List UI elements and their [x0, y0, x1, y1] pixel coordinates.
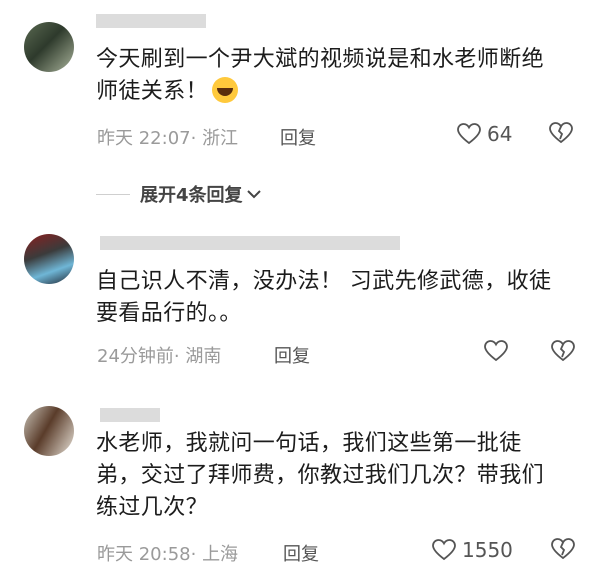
comment-region: 浙江 — [202, 128, 239, 149]
comment-region: 上海 — [202, 544, 239, 565]
reply-button[interactable]: 回复 — [280, 124, 316, 150]
like-button[interactable]: 1550 — [432, 538, 513, 562]
expand-replies-button[interactable]: 展开4条回复 — [96, 181, 261, 207]
comment-meta: 24分钟前· 湖南 — [97, 346, 222, 367]
dislike-button[interactable] — [549, 122, 573, 144]
comment-meta: 昨天 20:58· 上海 — [97, 544, 239, 565]
like-count: 1550 — [462, 538, 513, 562]
like-count: 64 — [487, 122, 513, 146]
laughing-tears-icon — [212, 77, 239, 103]
comment-time: 昨天 20:58 — [97, 544, 191, 565]
username-censored — [100, 236, 400, 250]
like-button[interactable] — [484, 340, 514, 362]
comment-text: 水老师，我就问一句话，我们这些第一批徒弟，交过了拜师费，你教过我们几次？带我们练… — [96, 431, 545, 520]
comment-time: 24分钟前 — [97, 346, 174, 367]
username-censored — [100, 408, 160, 422]
comment-text: 今天刷到一个尹大斌的视频说是和水老师断绝师徒关系！ — [96, 47, 545, 104]
comment-text: 自己识人不清，没办法！ 习武先修武德，收徒要看品行的。。 — [96, 269, 552, 326]
reply-button[interactable]: 回复 — [274, 342, 310, 368]
like-button[interactable]: 64 — [457, 122, 512, 146]
heart-outline-icon — [457, 123, 481, 145]
dislike-button[interactable] — [551, 538, 575, 560]
broken-heart-icon — [551, 538, 575, 560]
heart-outline-icon — [484, 340, 508, 362]
broken-heart-icon — [549, 122, 573, 144]
comment-region: 湖南 — [185, 346, 222, 367]
expand-label: 展开4条回复 — [140, 185, 243, 206]
username-censored — [96, 14, 206, 28]
dislike-button[interactable] — [551, 340, 575, 362]
comment-item: 水老师，我就问一句话，我们这些第一批徒弟，交过了拜师费，你教过我们几次？带我们练… — [0, 398, 600, 576]
avatar[interactable] — [24, 234, 74, 284]
avatar[interactable] — [24, 406, 74, 456]
heart-outline-icon — [432, 539, 456, 561]
avatar[interactable] — [24, 22, 74, 72]
comment-item: 今天刷到一个尹大斌的视频说是和水老师断绝师徒关系！ 昨天 22:07· 浙江 回… — [0, 0, 600, 170]
chevron-down-icon — [246, 189, 261, 199]
comment-meta: 昨天 22:07· 浙江 — [97, 128, 239, 149]
broken-heart-icon — [551, 340, 575, 362]
comment-item: 自己识人不清，没办法！ 习武先修武德，收徒要看品行的。。 24分钟前· 湖南 回… — [0, 226, 600, 386]
reply-button[interactable]: 回复 — [283, 540, 319, 566]
divider — [96, 193, 130, 195]
comment-time: 昨天 22:07 — [97, 128, 191, 149]
